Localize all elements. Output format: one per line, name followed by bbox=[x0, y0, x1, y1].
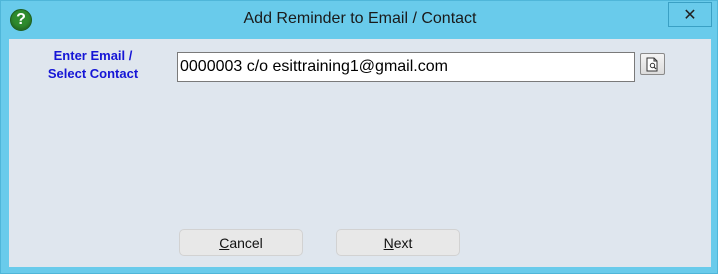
title-bar[interactable]: ? Add Reminder to Email / Contact ✕ bbox=[1, 1, 718, 39]
next-mnemonic: N bbox=[383, 234, 394, 251]
dialog-window: ? Add Reminder to Email / Contact ✕ Ente… bbox=[0, 0, 718, 274]
next-button[interactable]: Next bbox=[336, 229, 460, 256]
document-search-icon bbox=[646, 57, 658, 71]
cancel-mnemonic: C bbox=[219, 234, 230, 251]
cancel-label: ancel bbox=[229, 234, 263, 251]
label-line-2: Select Contact bbox=[47, 66, 139, 81]
next-label: ext bbox=[393, 234, 413, 251]
close-button[interactable]: ✕ bbox=[668, 2, 712, 27]
dialog-body: Enter Email / Select Contact Cancel Next bbox=[9, 39, 711, 267]
contact-lookup-button[interactable] bbox=[640, 53, 665, 75]
close-icon: ✕ bbox=[683, 6, 697, 24]
email-contact-input[interactable] bbox=[177, 52, 635, 82]
cancel-button[interactable]: Cancel bbox=[179, 229, 303, 256]
label-line-1: Enter Email / bbox=[53, 48, 133, 63]
window-title: Add Reminder to Email / Contact bbox=[243, 10, 477, 27]
email-contact-label: Enter Email / Select Contact bbox=[33, 47, 153, 83]
